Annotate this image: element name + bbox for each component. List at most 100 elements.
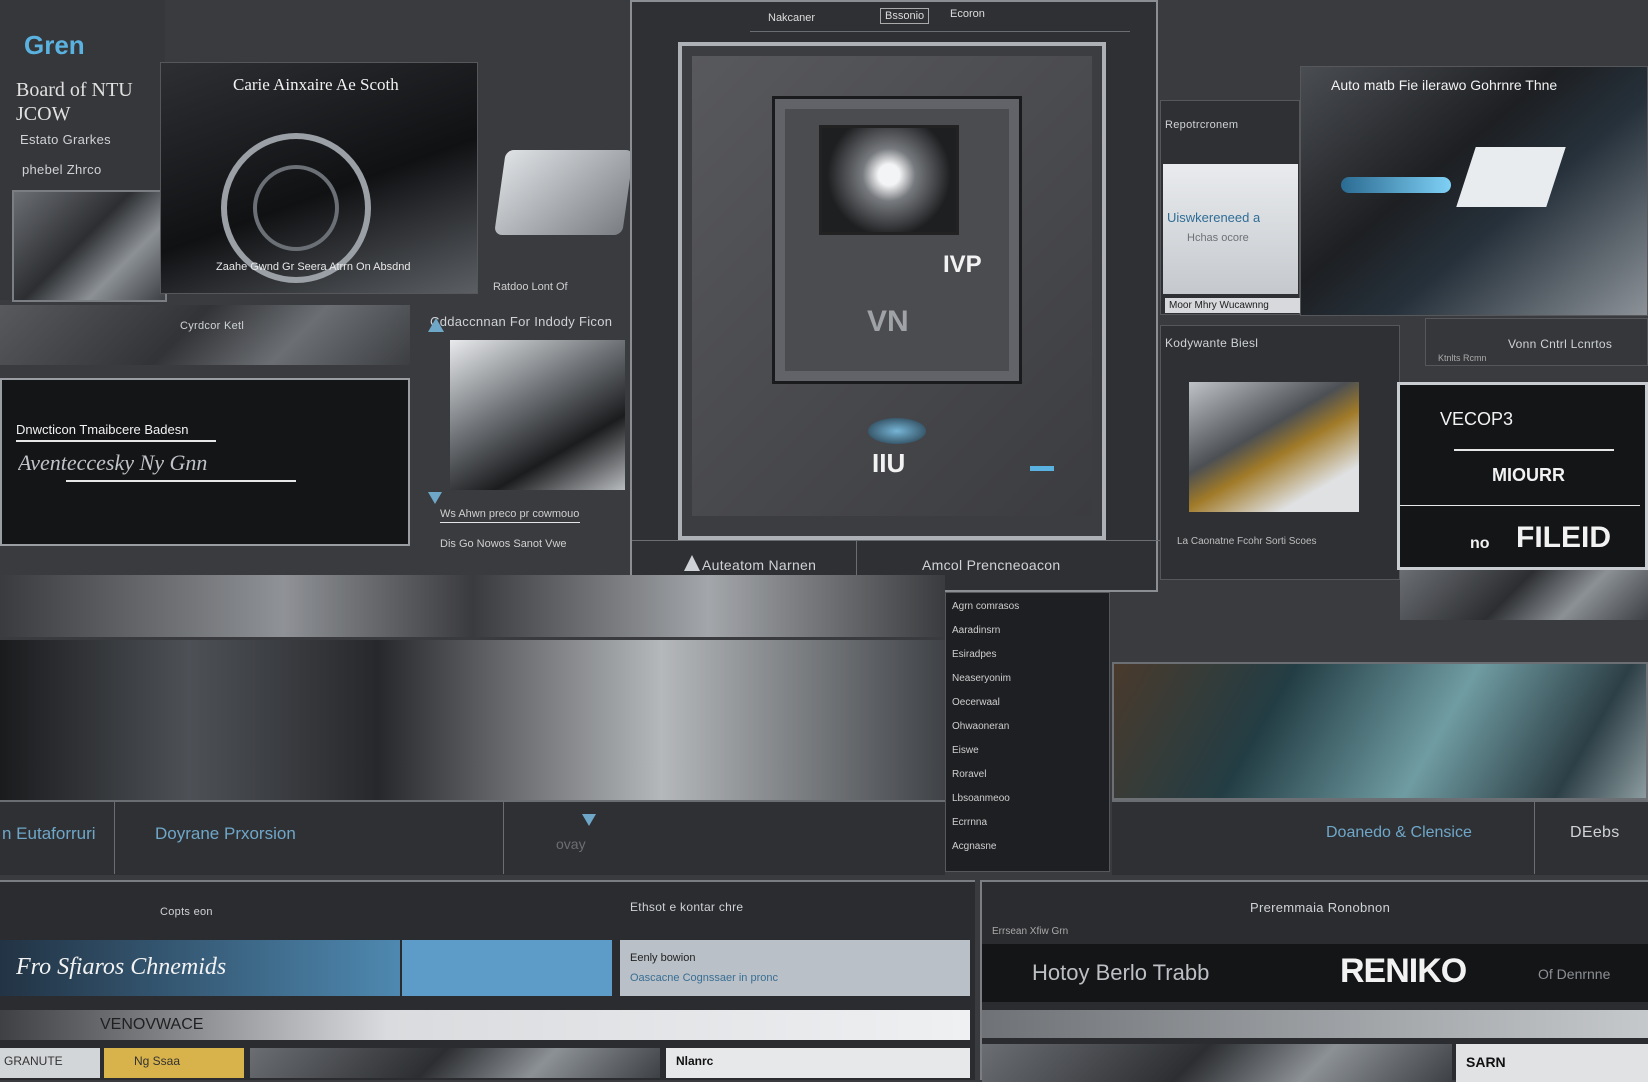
divider	[1534, 802, 1535, 874]
brand-logo[interactable]: Gren	[24, 30, 85, 61]
chip[interactable]: GRANUTE	[0, 1048, 100, 1078]
list-item[interactable]: Acgnasne	[952, 841, 1102, 865]
brand-strip[interactable]: Hotoy Berlo Trabb RENIKO Of Denrnne	[982, 944, 1648, 1002]
banner-script: Fro Sfiaros Chnemids	[16, 954, 227, 980]
arrow-icon	[428, 492, 442, 504]
intercom-icon[interactable]: IVP VN	[772, 96, 1022, 384]
device-frame: IVP VN IIU	[678, 42, 1106, 540]
industrial-photo-panel[interactable]: Auto matb Fie ilerawo Gohrnre Thne	[1300, 66, 1648, 316]
section-label: Cddaccnnan For Indody Ficon	[430, 314, 613, 329]
card-caption: Ratdoo Lont Of	[493, 281, 568, 293]
band-label[interactable]: Doyrane Prxorsion	[155, 824, 296, 844]
info-card-sub: Hchas ocore	[1187, 232, 1249, 244]
foot-text: Dis Go Nowos Sanot Vwe	[440, 538, 567, 550]
side-sub: Oascacne Cognssaer in pronc	[630, 972, 778, 984]
list-item[interactable]: Aaradinsrn	[952, 625, 1102, 649]
strip-image[interactable]	[0, 305, 410, 365]
camera-lens-card[interactable]: Carie Ainxaire Ae Scoth Zaahe Gwnd Gr Se…	[160, 62, 568, 294]
band-label[interactable]: Doanedo & Clensice	[1326, 824, 1472, 842]
bottom-right-thumb[interactable]	[982, 1044, 1452, 1082]
promo-card[interactable]: VECOP3 MIOURR no FILEID	[1397, 382, 1648, 570]
promo-line: MIOURR	[1492, 465, 1565, 485]
studio-photo[interactable]	[0, 640, 945, 800]
device-logo: VN	[867, 305, 909, 338]
right-mid-label: Kodywante Biesl	[1165, 336, 1259, 350]
menu-label: VENOVWACE	[100, 1016, 204, 1033]
promo-line: VECOP3	[1440, 409, 1514, 429]
list-item[interactable]: Ohwaoneran	[952, 721, 1102, 745]
strip-text: Hotoy Berlo Trabb	[1032, 960, 1210, 985]
band-label[interactable]: DEebs	[1570, 824, 1620, 842]
device-body[interactable]: IVP VN IIU	[692, 56, 1092, 516]
lens-inner-icon	[253, 165, 339, 251]
blue-light-icon	[1341, 177, 1451, 193]
info-card[interactable]: Uiswkereneed a Hchas ocore	[1163, 164, 1298, 294]
top-tabs: Nakcaner Bssonio Ecoron	[750, 2, 1130, 32]
foot-text: Ws Ahwn preco pr cowmouo	[440, 508, 580, 520]
right-mid-sub: Ktnlts Rcmn	[1438, 353, 1487, 363]
dark-card-script: Aventeccesky Ny Gnn	[18, 450, 208, 475]
list-item[interactable]: Neaseryonim	[952, 673, 1102, 697]
bottom-label: Ethsot e kontar chre	[630, 900, 744, 914]
promo-prefix: no	[1470, 535, 1490, 552]
strip-tail: Of Denrnne	[1538, 966, 1611, 982]
side-card[interactable]: Eenly bowion Oascacne Cognssaer in pronc	[620, 940, 970, 996]
teal-hero[interactable]	[1112, 662, 1648, 800]
card-overlay-text: Zaahe Gwnd Gr Seera Atrrn On Absdnd	[216, 261, 411, 273]
arrow-icon	[428, 318, 444, 332]
chip[interactable]: Ng Ssaa	[104, 1048, 244, 1078]
list-item[interactable]: Roravel	[952, 769, 1102, 793]
speaker-icon	[868, 418, 926, 444]
chip[interactable]: Nlanrc	[666, 1048, 970, 1078]
center-panel: Nakcaner Bssonio Ecoron IVP VN IIU Autea…	[630, 0, 1160, 592]
tab-item[interactable]: Ecoron	[950, 8, 985, 20]
info-card-title: Uiswkereneed a	[1167, 210, 1261, 225]
divider	[1400, 505, 1640, 506]
bottom-right-panel: Preremmaia Ronobnon Errsean Xfiw Grn Hot…	[980, 880, 1648, 1082]
script-banner[interactable]: Fro Sfiaros Chnemids	[0, 940, 400, 996]
bottom-thumb[interactable]	[250, 1048, 660, 1078]
list-item[interactable]: Ecrrnna	[952, 817, 1102, 841]
menu-bar[interactable]: VENOVWACE	[0, 1010, 970, 1040]
side-title: Eenly bowion	[630, 952, 696, 964]
right-mid-panel: Kodywante Biesl La Caonatne Fcohr Sorti …	[1160, 325, 1400, 580]
list-item[interactable]: Oecerwaal	[952, 697, 1102, 721]
list-panel: Agrn comrasos Aaradinsrn Esiradpes Nease…	[945, 592, 1110, 872]
arrow-icon	[684, 555, 700, 571]
studio-strip	[0, 575, 945, 637]
blue-block	[402, 940, 612, 996]
strip-logo: RENIKO	[1340, 952, 1467, 990]
list-item[interactable]: Eiswe	[952, 745, 1102, 769]
list-items: Agrn comrasos Aaradinsrn Esiradpes Nease…	[952, 601, 1102, 865]
equipment-photo[interactable]	[450, 340, 625, 490]
dark-card-title: Dnwcticon Tmaibcere Badesn	[16, 422, 189, 437]
tab-item[interactable]: Nakcaner	[768, 12, 815, 24]
band-label[interactable]: n Eutaforruri	[2, 824, 96, 844]
camera-operator-photo[interactable]	[1189, 382, 1359, 512]
chip[interactable]: SARN	[1456, 1044, 1648, 1082]
arrow-icon	[582, 814, 596, 826]
strip-label: Cyrdcor Ketl	[180, 320, 245, 332]
right-mid-caption: La Caonatne Fcohr Sorti Scoes	[1177, 536, 1317, 547]
list-item[interactable]: Agrn comrasos	[952, 601, 1102, 625]
tab-item[interactable]: Bssonio	[880, 8, 930, 24]
divider	[16, 440, 216, 442]
divider	[503, 802, 504, 874]
thumbnail-image[interactable]	[12, 190, 167, 302]
right-mid-label2: Vonn Cntrl Lcnrtos	[1508, 337, 1613, 351]
center-right-label[interactable]: Amcol Prencneoacon	[922, 557, 1060, 573]
tab-row[interactable]	[982, 1010, 1648, 1038]
bottom-label: Copts eon	[160, 906, 213, 918]
divider	[1454, 449, 1614, 451]
divider	[66, 480, 296, 482]
promo-strip[interactable]	[1400, 570, 1648, 620]
list-item[interactable]: Esiradpes	[952, 649, 1102, 673]
list-item[interactable]: Lbsoanmeoo	[952, 793, 1102, 817]
base-logo: IIU	[872, 448, 906, 478]
paper-icon	[1456, 147, 1566, 207]
dark-feature-card[interactable]: Dnwcticon Tmaibcere Badesn Aventeccesky …	[0, 378, 410, 546]
center-left-label[interactable]: Auteatom Narnen	[702, 557, 816, 573]
brand-tagline: Board of NTU JCOW	[16, 79, 133, 125]
divider	[114, 802, 115, 874]
device-thumbnail[interactable]	[494, 150, 634, 235]
